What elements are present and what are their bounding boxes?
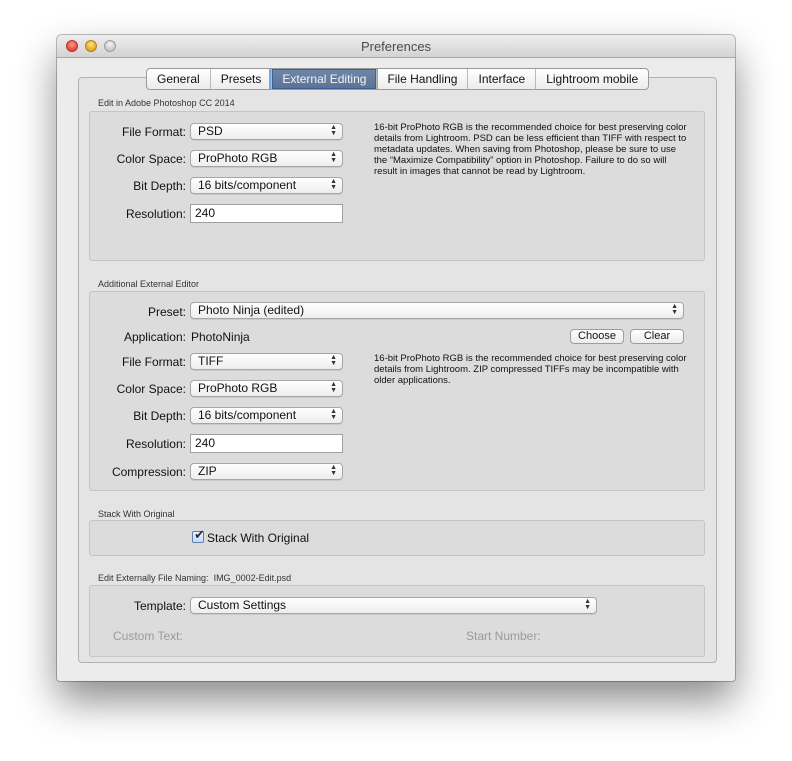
ps-file-format-label: File Format: — [121, 125, 186, 139]
template-label: Template: — [133, 599, 186, 613]
ps-color-space-label: Color Space: — [116, 152, 186, 166]
ps-bit-depth-value: 16 bits/component — [198, 178, 297, 192]
stack-with-original-label[interactable]: Stack With Original — [207, 531, 309, 545]
ps-bit-depth-label: Bit Depth: — [133, 179, 186, 193]
photoshop-section-box: File Format: PSD ▲ ▼ Color Space: ProPhot… — [89, 111, 705, 261]
ae-file-format-value: TIFF — [198, 354, 224, 368]
choose-button[interactable]: Choose — [570, 329, 624, 344]
preset-value: Photo Ninja (edited) — [198, 303, 305, 317]
preset-popup[interactable]: Photo Ninja (edited) ▲ ▼ — [190, 302, 684, 319]
naming-section-box: Template: Custom Settings ▲ ▼ Custom Text… — [89, 585, 705, 657]
ps-file-format-value: PSD — [198, 124, 223, 138]
additional-section-title: Additional External Editor — [98, 279, 200, 289]
tab-presets[interactable]: Presets — [209, 69, 272, 89]
ps-file-format-popup[interactable]: PSD ▲ ▼ — [190, 123, 343, 140]
title-bar[interactable]: Preferences — [57, 35, 735, 58]
ae-compression-label: Compression: — [111, 465, 186, 479]
up-down-arrows-icon: ▲ ▼ — [330, 151, 337, 164]
tab-lightroom-mobile[interactable]: Lightroom mobile — [535, 69, 648, 89]
ae-file-format-label: File Format: — [121, 355, 186, 369]
ae-color-space-popup[interactable]: ProPhoto RGB ▲ ▼ — [190, 380, 343, 397]
application-value: PhotoNinja — [191, 330, 250, 344]
up-down-arrows-icon: ▲ ▼ — [671, 303, 678, 316]
window-title: Preferences — [360, 39, 432, 54]
tab-external-editing[interactable]: External Editing — [271, 69, 377, 89]
ae-color-space-value: ProPhoto RGB — [198, 381, 278, 395]
ps-color-space-popup[interactable]: ProPhoto RGB ▲ ▼ — [190, 150, 343, 167]
ae-color-space-label: Color Space: — [116, 382, 186, 396]
stack-section-title: Stack With Original — [98, 509, 175, 519]
up-down-arrows-icon: ▲ ▼ — [584, 598, 591, 611]
custom-text-label: Custom Text: — [113, 629, 183, 643]
up-down-arrows-icon: ▲ ▼ — [330, 464, 337, 477]
ae-description: 16-bit ProPhoto RGB is the recommended c… — [374, 353, 687, 386]
naming-section-title: Edit Externally File Naming: IMG_0002-Ed… — [98, 573, 291, 583]
ae-bit-depth-value: 16 bits/component — [198, 408, 297, 422]
stack-with-original-checkbox[interactable]: ✔ — [192, 528, 205, 543]
preset-label: Preset: — [147, 305, 186, 319]
checkmark-icon: ✔ — [194, 528, 205, 543]
up-down-arrows-icon: ▲ ▼ — [330, 381, 337, 394]
photoshop-section-title: Edit in Adobe Photoshop CC 2014 — [98, 98, 235, 108]
ae-bit-depth-label: Bit Depth: — [133, 409, 186, 423]
naming-title-text: Edit Externally File Naming: — [98, 573, 209, 583]
ps-color-space-value: ProPhoto RGB — [198, 151, 278, 165]
tab-content-panel: Edit in Adobe Photoshop CC 2014 File For… — [78, 77, 717, 663]
ps-description: 16-bit ProPhoto RGB is the recommended c… — [374, 122, 687, 177]
preferences-window: Preferences General Presets External Edi… — [57, 35, 735, 681]
additional-section-box: Preset: Photo Ninja (edited) ▲ ▼ Applicat… — [89, 291, 705, 491]
up-down-arrows-icon: ▲ ▼ — [330, 408, 337, 421]
ae-bit-depth-popup[interactable]: 16 bits/component ▲ ▼ — [190, 407, 343, 424]
application-label: Application: — [123, 330, 186, 344]
ae-compression-popup[interactable]: ZIP ▲ ▼ — [190, 463, 343, 480]
ae-resolution-label: Resolution: — [125, 437, 186, 451]
ae-file-format-popup[interactable]: TIFF ▲ ▼ — [190, 353, 343, 370]
tab-file-handling[interactable]: File Handling — [376, 69, 467, 89]
up-down-arrows-icon: ▲ ▼ — [330, 354, 337, 367]
tab-general[interactable]: General — [147, 69, 210, 89]
ps-bit-depth-popup[interactable]: 16 bits/component ▲ ▼ — [190, 177, 343, 194]
ps-resolution-field[interactable]: 240 — [190, 204, 343, 223]
up-down-arrows-icon: ▲ ▼ — [330, 124, 337, 137]
ps-resolution-label: Resolution: — [125, 207, 186, 221]
ae-resolution-field[interactable]: 240 — [190, 434, 343, 453]
tab-bar: General Presets External Editing File Ha… — [146, 68, 650, 90]
up-down-arrows-icon: ▲ ▼ — [330, 178, 337, 191]
stack-section-box: ✔ Stack With Original — [89, 520, 705, 556]
clear-button[interactable]: Clear — [630, 329, 684, 344]
tab-interface[interactable]: Interface — [467, 69, 535, 89]
start-number-label: Start Number: — [466, 629, 541, 643]
naming-example: IMG_0002-Edit.psd — [213, 573, 292, 583]
template-popup[interactable]: Custom Settings ▲ ▼ — [190, 597, 597, 614]
template-value: Custom Settings — [198, 598, 287, 612]
ae-compression-value: ZIP — [198, 464, 217, 478]
